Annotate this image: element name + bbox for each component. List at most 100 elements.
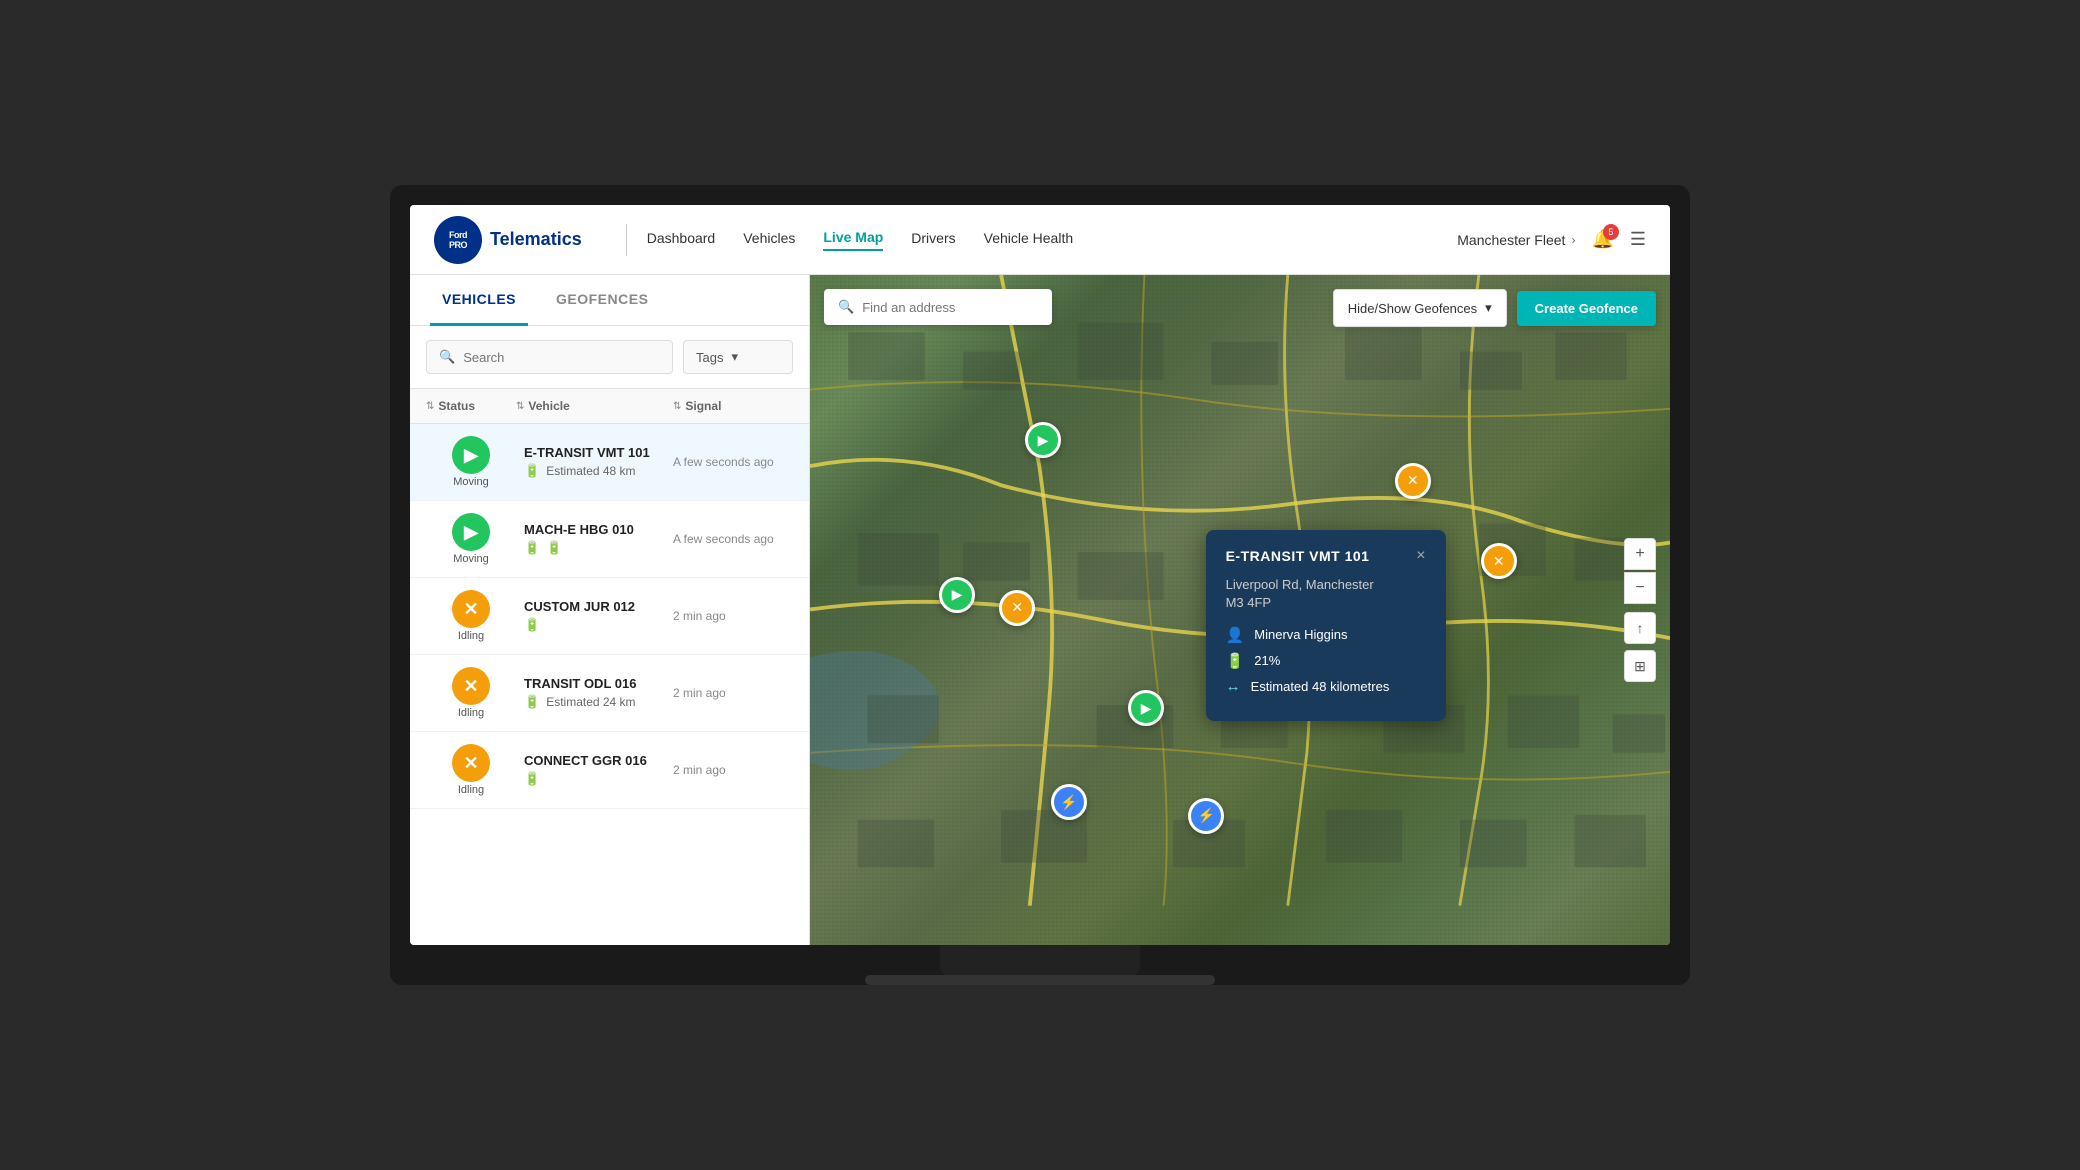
status-label: Moving [453,553,488,565]
sidebar: VEHICLES GEOFENCES 🔍 Tags ▾ [410,275,810,945]
main-content: VEHICLES GEOFENCES 🔍 Tags ▾ [410,275,1670,945]
notification-btn[interactable]: 🔔 5 [1591,229,1613,250]
map-marker-5[interactable]: ✕ [1395,463,1431,499]
map-marker-1[interactable]: ▶ [1025,422,1061,458]
layers-btn[interactable]: ⊞ [1624,650,1656,682]
signal-cell: A few seconds ago [673,455,793,469]
vehicle-row[interactable]: ✕ Idling TRANSIT ODL 016 🔋 Estimated 24 … [410,655,809,732]
col-signal-label: Signal [685,399,721,413]
search-icon: 🔍 [439,349,455,365]
popup-driver-detail: 👤 Minerva Higgins [1226,626,1426,644]
compass-btn[interactable]: ↑ [1624,612,1656,644]
status-cell: ✕ Idling [426,590,516,642]
nav-livemap[interactable]: Live Map [823,229,883,251]
map-search-input[interactable] [862,300,1038,315]
map-search-box[interactable]: 🔍 [824,289,1052,325]
vehicle-row[interactable]: ✕ Idling CUSTOM JUR 012 🔋 2 min ago [410,578,809,655]
signal-cell: 2 min ago [673,686,793,700]
sidebar-filters: 🔍 Tags ▾ [410,326,809,389]
col-status-header[interactable]: ⇅ Status [426,399,516,413]
col-vehicle-label: Vehicle [528,399,569,413]
popup-range-detail: ↔ Estimated 48 kilometres [1226,678,1426,695]
monitor-stand [940,945,1140,975]
moving-marker-icon: ▶ [1025,422,1061,458]
status-cell: ✕ Idling [426,744,516,796]
vehicle-details: 🔋 Estimated 24 km [524,694,665,710]
create-geofence-btn[interactable]: Create Geofence [1517,291,1656,326]
sort-icon-signal: ⇅ [673,401,681,412]
status-label: Idling [458,784,484,796]
battery-icon: 🔋 [524,463,540,479]
sat-map: ▶ ▶ ▶ ✕ ✕ [810,275,1670,945]
popup-address: Liverpool Rd, Manchester M3 4FP [1226,576,1426,612]
vehicle-range: Estimated 24 km [546,695,635,709]
battery-icon: 🔋 [524,617,540,633]
geofence-toggle-btn[interactable]: Hide/Show Geofences ▾ [1333,289,1507,327]
fleet-arrow-icon: › [1571,233,1575,247]
vehicle-info: E-TRANSIT VMT 101 🔋 Estimated 48 km [516,445,673,479]
map-marker-6[interactable]: ✕ [1481,543,1517,579]
popup-title: E-TRANSIT VMT 101 [1226,548,1370,564]
col-signal-header[interactable]: ⇅ Signal [673,399,793,413]
tab-geofences[interactable]: GEOFENCES [544,275,660,326]
vehicle-name: MACH-E HBG 010 [524,522,665,537]
charging-marker-icon: ⚡ [1188,798,1224,834]
nav-vehiclehealth[interactable]: Vehicle Health [984,230,1074,250]
vehicle-name: CONNECT GGR 016 [524,753,665,768]
nav-dashboard[interactable]: Dashboard [647,230,716,250]
vehicle-info: MACH-E HBG 010 🔋 🔋 [516,522,673,556]
ford-logo: FordPRO [434,216,482,264]
map-marker-4[interactable]: ✕ [999,590,1035,626]
map-marker-7[interactable]: ⚡ [1051,784,1087,820]
map-search-icon: 🔍 [838,299,854,315]
header-divider [626,224,627,256]
search-box[interactable]: 🔍 [426,340,673,374]
tags-dropdown[interactable]: Tags ▾ [683,340,793,374]
nav-drivers[interactable]: Drivers [911,230,955,250]
col-vehicle-header[interactable]: ⇅ Vehicle [516,399,673,413]
nav-vehicles[interactable]: Vehicles [743,230,795,250]
monitor-screen: FordPRO Telematics Dashboard Vehicles Li… [410,205,1670,945]
map-controls-right: Hide/Show Geofences ▾ Create Geofence [1333,289,1656,327]
vehicle-row[interactable]: ▶ Moving MACH-E HBG 010 🔋 🔋 A few second… [410,501,809,578]
map-marker-2[interactable]: ▶ [939,577,975,613]
status-cell: ✕ Idling [426,667,516,719]
tab-vehicles[interactable]: VEHICLES [430,275,528,326]
zoom-in-btn[interactable]: + [1624,538,1656,570]
vehicle-name: E-TRANSIT VMT 101 [524,445,665,460]
zoom-out-btn[interactable]: − [1624,572,1656,604]
battery-popup-icon: 🔋 [1226,652,1245,670]
status-icon-idling: ✕ [452,667,490,705]
status-icon-idling: ✕ [452,590,490,628]
vehicle-details: 🔋 [524,617,665,633]
idling-marker-icon: ✕ [1481,543,1517,579]
header-right: Manchester Fleet › 🔔 5 ☰ [1457,229,1646,250]
popup-range: Estimated 48 kilometres [1251,679,1390,694]
brand-name: Telematics [490,229,582,250]
map-marker-8[interactable]: ⚡ [1188,798,1224,834]
fleet-selector[interactable]: Manchester Fleet › [1457,232,1575,248]
status-cell: ▶ Moving [426,513,516,565]
status-label: Idling [458,707,484,719]
popup-header: E-TRANSIT VMT 101 × [1226,548,1426,564]
vehicle-details: 🔋 Estimated 48 km [524,463,665,479]
map-overlay-ui: 🔍 Hide/Show Geofences ▾ Create Geofence [810,275,1670,341]
tags-label: Tags [696,350,723,365]
logo-text: FordPRO [449,230,467,250]
vehicle-row[interactable]: ✕ Idling CONNECT GGR 016 🔋 2 min ago [410,732,809,809]
popup-close-btn[interactable]: × [1416,548,1425,564]
driver-icon: 👤 [1226,626,1245,644]
app-header: FordPRO Telematics Dashboard Vehicles Li… [410,205,1670,275]
status-icon-moving: ▶ [452,513,490,551]
status-icon-idling: ✕ [452,744,490,782]
charging-marker-icon: ⚡ [1051,784,1087,820]
geofence-toggle-label: Hide/Show Geofences [1348,301,1477,316]
vehicle-details: 🔋 🔋 [524,540,665,556]
vehicle-row[interactable]: ▶ Moving E-TRANSIT VMT 101 🔋 Estimated 4… [410,424,809,501]
vehicle-name: TRANSIT ODL 016 [524,676,665,691]
menu-btn[interactable]: ☰ [1630,229,1646,250]
search-input[interactable] [463,350,660,365]
status-label: Idling [458,630,484,642]
map-marker-3[interactable]: ▶ [1128,690,1164,726]
vehicle-info: TRANSIT ODL 016 🔋 Estimated 24 km [516,676,673,710]
